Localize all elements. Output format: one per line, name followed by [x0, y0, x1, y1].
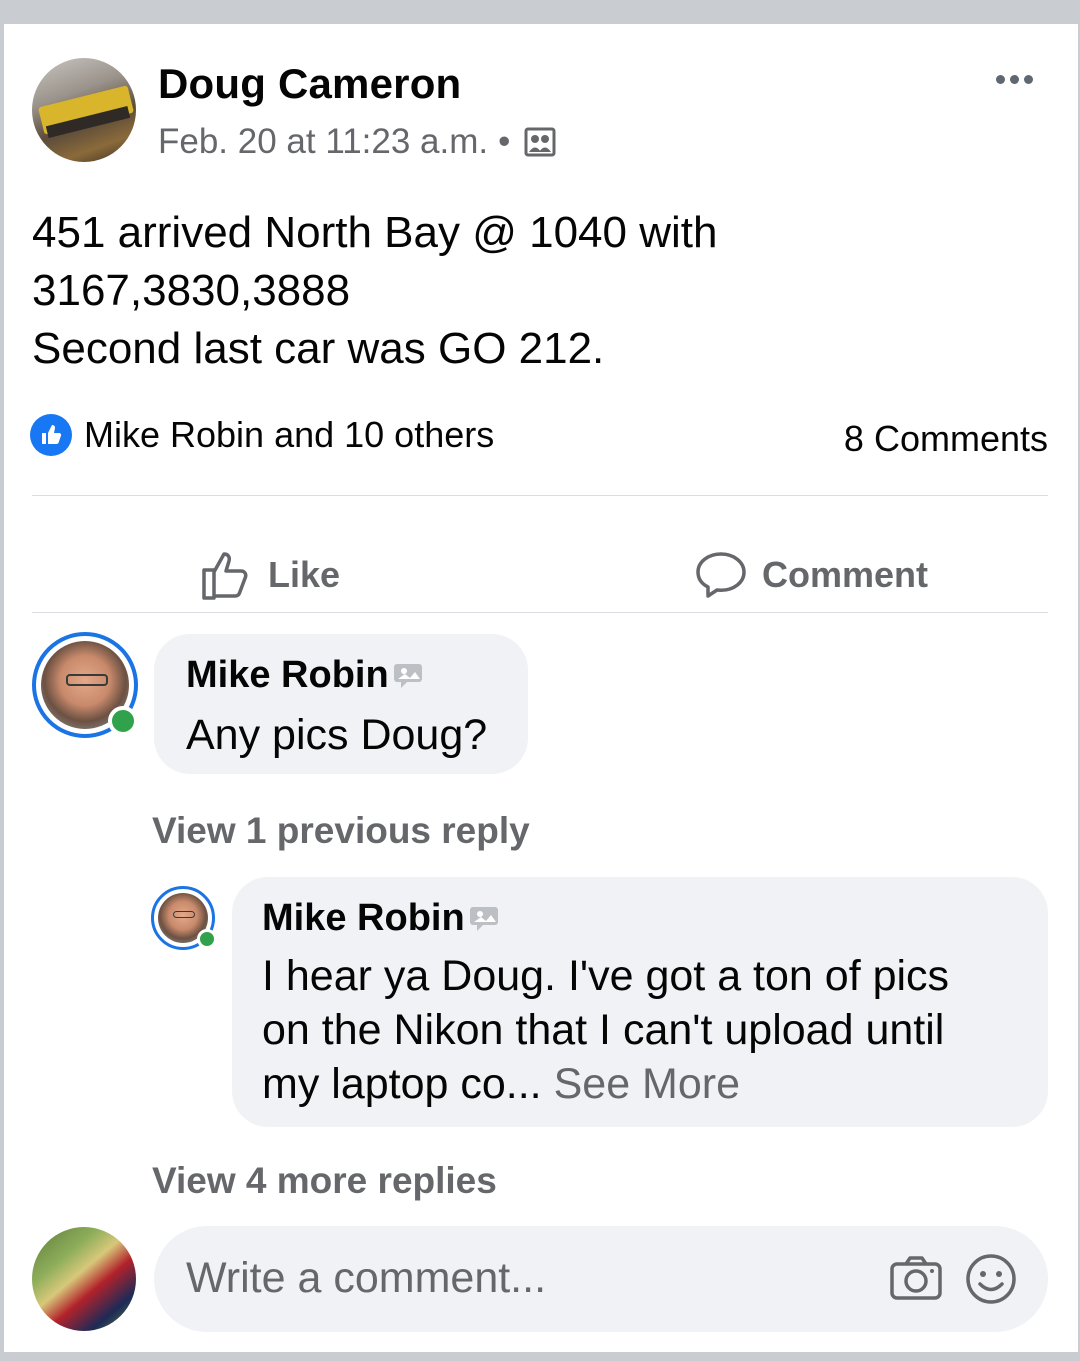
reply-text-truncated: my laptop co... — [262, 1060, 542, 1108]
photo-comment-icon — [469, 906, 498, 931]
glasses-graphic — [173, 911, 195, 918]
reply-text-line: on the Nikon that I can't upload until — [262, 1006, 945, 1054]
reactions-summary[interactable]: Mike Robin and 10 others — [30, 414, 494, 456]
post-text-line: 3167,3830,3888 — [32, 266, 351, 315]
online-status-dot — [197, 929, 217, 949]
dot-icon — [1023, 74, 1033, 84]
comment-button[interactable]: Comment — [694, 548, 928, 602]
comment-author[interactable]: Mike Robin — [186, 654, 429, 697]
camera-icon[interactable] — [888, 1251, 944, 1307]
reply-bubble[interactable]: Mike Robin I hear ya Doug. I've got a to… — [232, 877, 1048, 1127]
see-more-link[interactable]: See More — [554, 1060, 740, 1108]
emoji-icon[interactable] — [964, 1252, 1018, 1306]
comment-text: Any pics Doug? — [186, 711, 488, 759]
view-previous-replies-link[interactable]: View 1 previous reply — [152, 810, 530, 852]
post-body: 451 arrived North Bay @ 1040 with 3167,3… — [32, 204, 1032, 378]
bottom-edge — [0, 1352, 1080, 1361]
post-card: Doug Cameron Feb. 20 at 11:23 a.m. • 451… — [4, 24, 1078, 1352]
author-name[interactable]: Doug Cameron — [158, 60, 461, 108]
comment-input[interactable]: Write a comment... — [154, 1226, 1048, 1332]
author-avatar[interactable] — [32, 58, 136, 162]
online-status-dot — [108, 706, 138, 736]
reply-text-line: I hear ya Doug. I've got a ton of pics — [262, 952, 950, 1000]
like-button[interactable]: Like — [200, 548, 340, 602]
glasses-graphic — [66, 674, 108, 686]
comment-input-placeholder: Write a comment... — [186, 1254, 547, 1302]
more-options-button[interactable] — [984, 64, 1044, 94]
thumbs-up-icon — [202, 552, 248, 600]
dot-icon — [1009, 74, 1019, 84]
comment-author-name: Mike Robin — [186, 654, 389, 696]
post-text-line: 451 arrived North Bay @ 1040 with — [32, 208, 718, 257]
reply-author[interactable]: Mike Robin — [262, 897, 505, 940]
divider — [32, 612, 1048, 613]
post-meta: Feb. 20 at 11:23 a.m. • — [158, 122, 556, 162]
group-icon — [524, 127, 556, 157]
reply-text: I hear ya Doug. I've got a ton of pics o… — [262, 949, 949, 1111]
dot-icon — [995, 74, 1005, 84]
post-timestamp[interactable]: Feb. 20 at 11:23 a.m. — [158, 122, 488, 162]
like-label: Like — [268, 554, 341, 595]
comments-count[interactable]: 8 Comments — [844, 418, 1048, 460]
comment-label: Comment — [762, 554, 929, 595]
comment-bubble[interactable]: Mike Robin Any pics Doug? — [154, 634, 528, 774]
reactions-text: Mike Robin and 10 others — [84, 414, 495, 455]
current-user-avatar — [32, 1227, 136, 1331]
meta-separator: • — [498, 122, 511, 161]
like-reaction-icon — [30, 414, 72, 456]
speech-bubble-icon — [696, 552, 746, 598]
reply-text-line-last: my laptop co... See More — [262, 1057, 949, 1111]
post-text-line: Second last car was GO 212. — [32, 324, 605, 373]
photo-comment-icon — [393, 663, 422, 688]
reply-author-name: Mike Robin — [262, 897, 465, 939]
divider — [32, 495, 1048, 496]
view-more-replies-link[interactable]: View 4 more replies — [152, 1160, 497, 1202]
